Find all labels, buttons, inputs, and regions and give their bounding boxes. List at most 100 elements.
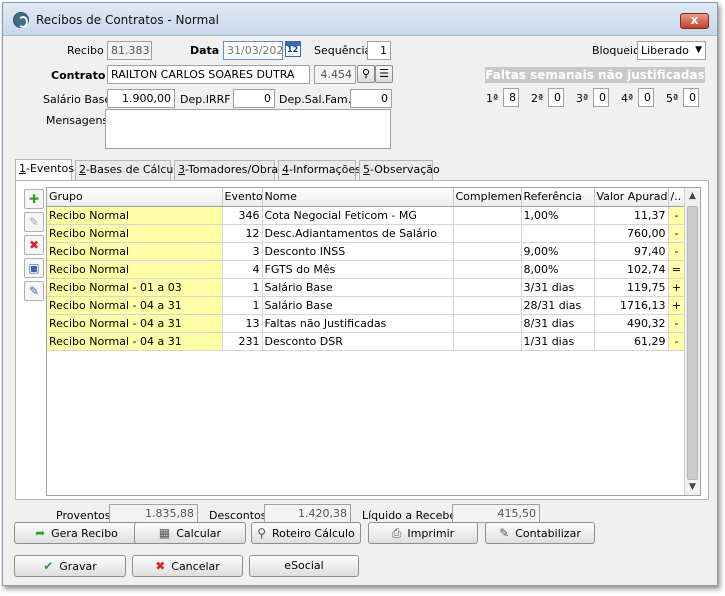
cell-evento: 12 bbox=[222, 224, 263, 243]
week-2-label: 2ª bbox=[531, 92, 544, 105]
table-row[interactable]: Recibo Normal 346 Cota Negocial Feticom … bbox=[47, 206, 686, 225]
table-row[interactable]: Recibo Normal - 04 a 31 231 Desconto DSR… bbox=[47, 332, 686, 351]
contrato-label: Contrato bbox=[51, 69, 106, 82]
gera-recibo-button[interactable]: ➦ Gera Recibo bbox=[14, 522, 139, 544]
descontos-field: 1.420,38 bbox=[264, 504, 351, 523]
calcular-button[interactable]: ▦ Calcular bbox=[134, 522, 246, 544]
roteiro-calculo-button[interactable]: ⚲ Roteiro Cálculo bbox=[251, 522, 361, 544]
recibo-field[interactable]: 81.383 bbox=[107, 41, 152, 60]
table-row[interactable]: Recibo Normal - 04 a 31 13 Faltas não Ju… bbox=[47, 314, 686, 333]
check-icon: ✔ bbox=[43, 559, 54, 573]
list-icon[interactable]: ☰ bbox=[375, 65, 393, 83]
week-2-field[interactable]: 0 bbox=[548, 88, 564, 107]
col-grupo[interactable]: Grupo bbox=[47, 188, 223, 207]
tab-label: -Tomadores/Obras bbox=[185, 163, 284, 176]
tab-tomadores-obras[interactable]: 3-Tomadores/Obras bbox=[174, 160, 284, 180]
salario-field[interactable]: 1.900,00 bbox=[107, 89, 175, 108]
scroll-thumb[interactable] bbox=[687, 206, 698, 480]
tab-label: -Observação bbox=[370, 163, 440, 176]
eventos-pane: ✚ ✎ ✖ ▣ ✎ Grupo Evento Nome Complemento … bbox=[15, 180, 709, 500]
contrato-field[interactable]: RAILTON CARLOS SOARES DUTRA bbox=[107, 65, 310, 84]
recibo-label: Recibo bbox=[67, 44, 104, 57]
col-valor[interactable]: Valor Apurado bbox=[594, 188, 669, 207]
chevron-up-icon[interactable]: ▲ bbox=[685, 188, 700, 204]
search-icon[interactable]: ⚲ bbox=[357, 65, 375, 83]
data-field[interactable]: 31/03/2022 bbox=[223, 41, 283, 60]
tab-bases-calculo[interactable]: 2-Bases de Cálculo bbox=[75, 160, 183, 180]
cell-grupo: Recibo Normal - 04 a 31 bbox=[47, 314, 223, 333]
salario-label: Salário Base bbox=[43, 93, 112, 106]
esocial-button[interactable]: eSocial bbox=[249, 555, 359, 577]
data-label: Data bbox=[190, 44, 220, 57]
tab-label: -Informações bbox=[289, 163, 361, 176]
table-row[interactable]: Recibo Normal 12 Desc.Adiantamentos de S… bbox=[47, 224, 686, 243]
proventos-label: Proventos bbox=[56, 509, 111, 522]
bloqueio-value: Liberado bbox=[641, 44, 689, 57]
cancelar-button[interactable]: ✖ Cancelar bbox=[132, 555, 243, 577]
cell-complemento bbox=[453, 296, 522, 315]
col-referencia[interactable]: Referência bbox=[521, 188, 595, 207]
col-evento[interactable]: Evento bbox=[222, 188, 263, 207]
cell-sinal: + bbox=[668, 296, 686, 315]
grid-scrollbar[interactable]: ▲ ▼ bbox=[684, 188, 700, 495]
mensagens-field[interactable] bbox=[105, 109, 391, 149]
col-sinal[interactable]: /.. bbox=[668, 188, 686, 207]
cell-referencia bbox=[521, 224, 595, 243]
week-3-field[interactable]: 0 bbox=[593, 88, 609, 107]
cell-evento: 1 bbox=[222, 278, 263, 297]
cell-nome: Desconto INSS bbox=[262, 242, 454, 261]
button-label: Gera Recibo bbox=[51, 527, 118, 540]
edit-window-icon[interactable]: ✎ bbox=[24, 281, 44, 301]
week-1-field[interactable]: 8 bbox=[503, 88, 519, 107]
week-3-label: 3ª bbox=[576, 92, 589, 105]
tab-key: 1 bbox=[19, 162, 26, 175]
calculator-icon: ▦ bbox=[158, 526, 171, 540]
tab-observacao[interactable]: 5-Observação bbox=[359, 160, 440, 180]
chevron-down-icon: ▼ bbox=[695, 45, 702, 55]
descontos-label: Descontos bbox=[209, 509, 267, 522]
cell-nome: Desconto DSR bbox=[262, 332, 454, 351]
week-4-field[interactable]: 0 bbox=[638, 88, 654, 107]
table-row[interactable]: Recibo Normal 3 Desconto INSS 9,00% 97,4… bbox=[47, 242, 686, 261]
window-title: Recibos de Contratos - Normal bbox=[36, 13, 219, 27]
bloqueio-select[interactable]: Liberado ▼ bbox=[637, 41, 706, 60]
button-label: Contabilizar bbox=[515, 527, 581, 540]
cell-grupo: Recibo Normal - 01 a 03 bbox=[47, 278, 223, 297]
window-icon[interactable]: ▣ bbox=[24, 258, 44, 278]
calendar-icon[interactable] bbox=[285, 41, 301, 57]
gravar-button[interactable]: ✔ Gravar bbox=[14, 555, 126, 577]
delete-icon[interactable]: ✖ bbox=[24, 235, 44, 255]
cell-complemento bbox=[453, 278, 522, 297]
table-row[interactable]: Recibo Normal - 04 a 31 1 Salário Base 2… bbox=[47, 296, 686, 315]
sequencia-field[interactable]: 1 bbox=[367, 41, 391, 60]
contabilizar-button[interactable]: ✎ Contabilizar bbox=[485, 522, 595, 544]
close-button[interactable]: x bbox=[680, 13, 709, 29]
cell-valor: 97,40 bbox=[594, 242, 669, 261]
cell-nome: Cota Negocial Feticom - MG bbox=[262, 206, 454, 225]
cell-sinal: - bbox=[668, 224, 686, 243]
edit-icon[interactable]: ✎ bbox=[24, 212, 44, 232]
cell-complemento bbox=[453, 314, 522, 333]
chevron-down-icon[interactable]: ▼ bbox=[685, 479, 700, 495]
col-nome[interactable]: Nome bbox=[262, 188, 454, 207]
week-5-field[interactable]: 0 bbox=[683, 88, 699, 107]
cell-valor: 119,75 bbox=[594, 278, 669, 297]
cell-evento: 3 bbox=[222, 242, 263, 261]
dep-salfam-field[interactable]: 0 bbox=[350, 89, 392, 108]
dep-irrf-field[interactable]: 0 bbox=[233, 89, 275, 108]
cell-valor: 760,00 bbox=[594, 224, 669, 243]
tab-eventos[interactable]: 1-Eventos bbox=[15, 159, 74, 181]
imprimir-button[interactable]: ⎙ Imprimir bbox=[368, 522, 478, 544]
cell-sinal: - bbox=[668, 206, 686, 225]
tab-informacoes[interactable]: 4-Informações bbox=[278, 160, 361, 180]
add-icon[interactable]: ✚ bbox=[24, 189, 44, 209]
cell-complemento bbox=[453, 206, 522, 225]
table-row[interactable]: Recibo Normal - 01 a 03 1 Salário Base 3… bbox=[47, 278, 686, 297]
cell-valor: 1716,13 bbox=[594, 296, 669, 315]
bloqueio-label: Bloqueio bbox=[592, 44, 640, 57]
table-row[interactable]: Recibo Normal 4 FGTS do Mês 8,00% 102,74… bbox=[47, 260, 686, 279]
col-complemento[interactable]: Complemento bbox=[453, 188, 522, 207]
contrato-code-field: 4.454 bbox=[314, 65, 356, 84]
mensagens-label: Mensagens bbox=[46, 114, 109, 127]
cell-sinal: = bbox=[668, 260, 686, 279]
